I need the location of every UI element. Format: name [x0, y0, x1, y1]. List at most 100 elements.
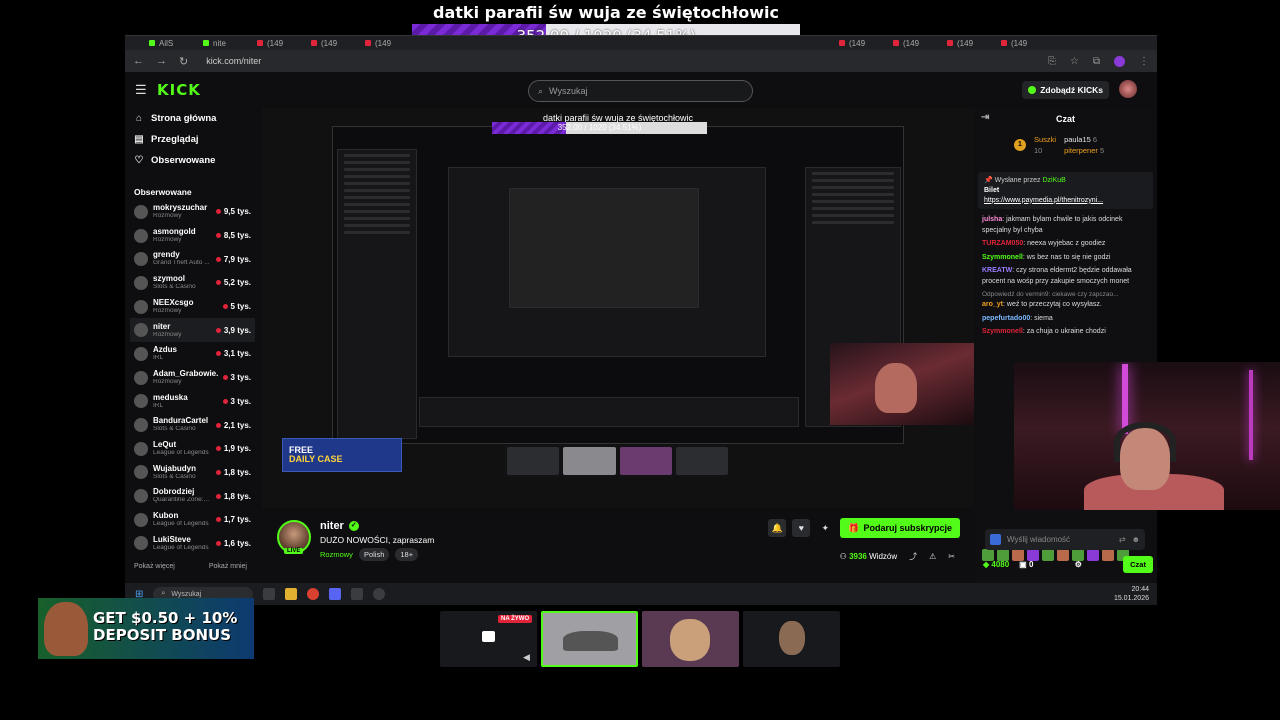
channel-avatar — [134, 489, 148, 504]
chat-username[interactable]: Szymmonell — [982, 328, 1023, 335]
chat-username[interactable]: aro_yt — [982, 301, 1003, 308]
kick-logo[interactable]: KICK — [157, 81, 201, 99]
emote-picker-icon[interactable] — [990, 534, 1001, 545]
bookmark-star-icon[interactable]: ☆ — [1070, 56, 1079, 67]
menu-dots-icon[interactable]: ⋮ — [1139, 56, 1149, 67]
obs-icon[interactable] — [373, 588, 386, 600]
followed-channel-item[interactable]: Wujabudyn Slots & Casino 1,8 tys. — [134, 461, 251, 485]
browser-tab[interactable]: (149 — [943, 37, 993, 49]
translate-icon[interactable]: ⎘ — [1048, 56, 1056, 67]
category-link[interactable]: Rozmowy — [320, 550, 353, 559]
browser-tab[interactable]: AilS — [145, 37, 195, 49]
chat-message: TURZAM050: neexa wyjebac z goodiez — [982, 240, 1106, 248]
followed-channel-item[interactable]: mokryszuchar Rozmowy 9,5 tys. — [134, 200, 251, 224]
followed-channel-item[interactable]: szymool Slots & Casino 5,2 tys. — [134, 271, 251, 295]
followed-channel-item[interactable]: meduska IRL 3 tys. — [134, 390, 251, 414]
followed-channel-item[interactable]: asmongold Rozmowy 8,5 tys. — [134, 224, 251, 248]
chat-username[interactable]: pepefurtado00 — [982, 315, 1030, 322]
pinned-link[interactable]: https://www.paymedia.pl/thenitrozyni... — [984, 196, 1147, 206]
emoji-icon[interactable]: ☻ — [1132, 535, 1140, 544]
report-icon[interactable]: ⚠ — [929, 552, 936, 561]
search-input[interactable]: ⌕ Wyszukaj — [528, 80, 753, 102]
channel-viewers: 8,5 tys. — [216, 231, 251, 240]
followed-channel-item[interactable]: Azdus IRL 3,1 tys. — [134, 342, 251, 366]
hamburger-menu-icon[interactable]: ☰ — [135, 82, 157, 98]
streamer-name[interactable]: niter — [320, 520, 344, 532]
channel-avatar — [134, 275, 148, 290]
url-field[interactable]: kick.com/niter — [200, 53, 1036, 69]
youtube-favicon-icon — [839, 40, 845, 46]
kick-header: ☰ KICK ⌕ Wyszukaj Zdobądź KICKs — [125, 73, 1157, 107]
channel-viewers: 3 tys. — [223, 397, 251, 406]
followed-channel-item[interactable]: LukiSteve League of Legends 1,6 tys. — [134, 532, 251, 556]
task-view-icon[interactable] — [263, 588, 276, 600]
followed-channel-item[interactable]: niter Rozmowy 3,9 tys. — [130, 318, 255, 343]
get-kicks-button[interactable]: Zdobądź KICKs — [1022, 81, 1109, 99]
tag-age[interactable]: 18+ — [395, 548, 419, 561]
browser-tab[interactable]: (149 — [997, 37, 1047, 49]
followed-channel-item[interactable]: Dobrodziej Quarantine Zone:... 1,8 tys. — [134, 484, 251, 508]
kick-favicon-icon — [149, 40, 155, 46]
browser-tab[interactable]: (149 — [889, 37, 939, 49]
share-icon[interactable]: ⤴ — [909, 551, 917, 562]
chat-username[interactable]: TURZAM050 — [982, 240, 1023, 247]
file-explorer-icon[interactable] — [285, 588, 298, 600]
followed-channel-item[interactable]: grendy Grand Theft Auto ... 7,9 tys. — [134, 247, 251, 271]
channel-name: LukiSteve — [153, 535, 191, 544]
followed-channel-item[interactable]: LeQut League of Legends 1,9 tys. — [134, 437, 251, 461]
followed-channel-item[interactable]: Adam_Grabowie... Rozmowy 3 tys. — [134, 366, 251, 390]
notification-bell-icon[interactable]: 🔔 — [768, 519, 787, 537]
clip-thumbnail-car[interactable] — [541, 611, 638, 667]
back-icon[interactable]: ← — [133, 55, 144, 67]
chat-text: za chuja o ukraine chodzi — [1026, 328, 1106, 336]
chrome-icon[interactable] — [307, 588, 320, 600]
browser-tab[interactable]: (149 — [253, 37, 303, 49]
chat-message-input[interactable]: Wyślij wiadomość ⇄ ☻ — [985, 529, 1145, 550]
chat-username[interactable]: Szymmonell — [982, 254, 1023, 261]
follow-heart-icon[interactable]: ♥ — [792, 519, 811, 537]
browser-tab[interactable]: (149 — [835, 37, 885, 49]
free-daily-case-ad[interactable]: FREE DAILY CASE — [282, 438, 402, 472]
chat-send-button[interactable]: Czat — [1123, 556, 1153, 573]
nav-home[interactable]: ⌂ Strona główna — [134, 108, 251, 129]
channel-category: IRL — [153, 402, 164, 409]
deposit-bonus-ad[interactable]: GET $0.50 + 10% DEPOSIT BONUS — [38, 598, 254, 659]
chat-username[interactable]: KREATW — [982, 267, 1012, 274]
reload-icon[interactable]: ↻ — [179, 55, 188, 68]
video-player[interactable]: datki parafii św wuja ze świętochłowic 3… — [262, 108, 974, 508]
chat-username[interactable]: julsha — [982, 216, 1002, 223]
followed-channel-item[interactable]: Kubon League of Legends 1,7 tys. — [134, 508, 251, 532]
mute-icon[interactable]: ◀ — [523, 652, 530, 663]
nested-sidebar — [337, 149, 417, 439]
clip-chat-toggle[interactable]: NA ŻYWO ◀ — [440, 611, 537, 667]
profile-avatar[interactable] — [1114, 55, 1125, 67]
nav-following[interactable]: ♡ Obserwowane — [134, 150, 251, 171]
collapse-chat-icon[interactable]: ⇥ — [981, 112, 989, 123]
translate-chat-icon[interactable]: ⇄ — [1119, 535, 1126, 544]
show-less-link[interactable]: Pokaż mniej — [209, 563, 247, 570]
pinned-message[interactable]: 📌 Wysłane przez DziKuB Bilet https://www… — [978, 172, 1153, 210]
user-avatar[interactable] — [1119, 80, 1137, 98]
extensions-icon[interactable]: ⧉ — [1093, 56, 1100, 67]
gift-subscription-button[interactable]: 🎁 Podaruj subskrypcje — [840, 518, 960, 538]
forward-icon[interactable]: → — [156, 55, 167, 67]
discord-icon[interactable] — [329, 588, 342, 600]
browser-tab-active[interactable]: nite — [199, 37, 249, 49]
clip-thumbnail-face[interactable] — [642, 611, 739, 667]
show-more-link[interactable]: Pokaż więcej — [134, 563, 175, 570]
browser-tab[interactable]: (149 — [361, 37, 411, 49]
channel-name: Dobrodziej — [153, 488, 195, 497]
clip-thumbnail-person[interactable] — [743, 611, 840, 667]
followed-channel-item[interactable]: BanduraCartel Slots & Casino 2,1 tys. — [134, 413, 251, 437]
clip-icon[interactable]: ✂ — [948, 552, 955, 561]
browser-tab[interactable]: (149 — [307, 37, 357, 49]
nav-browse[interactable]: ▤ Przeglądaj — [134, 129, 251, 150]
kick-favicon-icon — [203, 40, 209, 46]
followed-channel-item[interactable]: NEEXcsgo Rozmowy 5 tys. — [134, 295, 251, 319]
tag-language[interactable]: Polish — [358, 548, 390, 561]
channel-category: Rozmowy — [153, 378, 182, 385]
chat-settings-icon[interactable]: ⚙ — [1075, 560, 1082, 569]
app-icon[interactable] — [351, 588, 364, 600]
channel-avatar — [134, 536, 148, 551]
sparkle-icon[interactable]: ✦ — [816, 519, 834, 537]
